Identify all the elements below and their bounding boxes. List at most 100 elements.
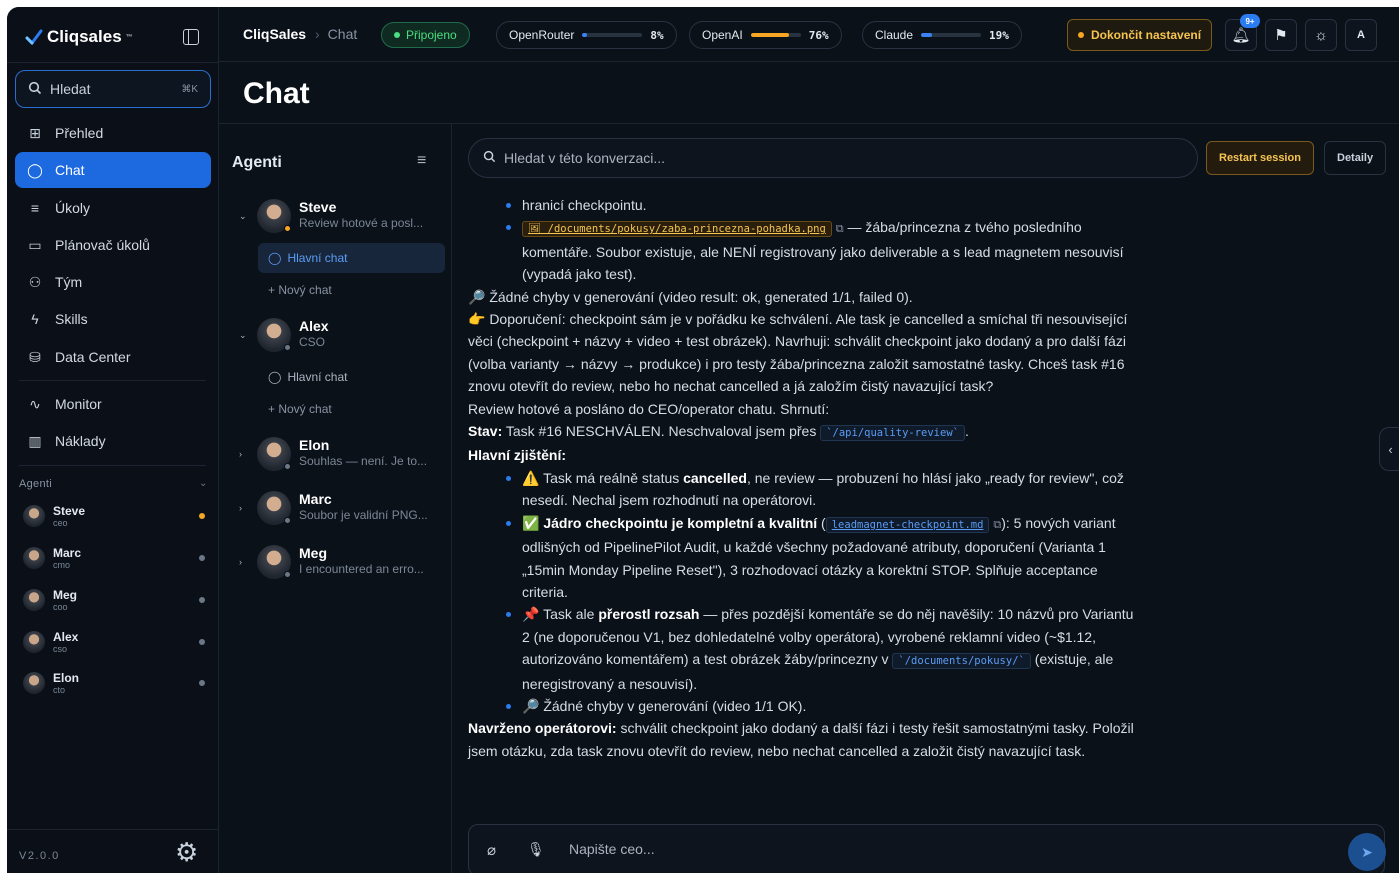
message-text: hranicí checkpointu. [522,197,647,213]
message-line: Navrženo operátorovi: schválit checkpoin… [468,717,1138,762]
agent-summary: CSO [299,335,326,349]
meter-claude[interactable]: Claude 19% [862,21,1022,49]
chat-bubble-icon: ◯ [27,161,43,178]
chevron-down-icon[interactable]: ⌄ [199,478,207,489]
nav-naklady[interactable]: ▥ Náklady [15,423,211,459]
finish-setup-button[interactable]: Dokončit nastavení [1067,19,1213,51]
nav-monitor[interactable]: ∿ Monitor [15,386,211,422]
agent-item-marc[interactable]: › Marc Soubor je validní PNG... [239,489,449,531]
breadcrumb-separator-icon: › [315,26,320,42]
paperclip-icon[interactable]: ⌀ [487,841,496,859]
meter-openrouter[interactable]: OpenRouter 8% [496,21,677,49]
menu-icon[interactable]: ≡ [417,152,426,170]
agent-list-panel: Agenti ≡ ⌄ Steve Review hotové a posl...… [219,123,452,873]
status-dot [1078,32,1084,38]
meter-value: 8% [650,28,664,42]
steve-new-chat[interactable]: + Nový chat [258,275,445,305]
nav-tym[interactable]: ⚇ Tým [15,264,211,300]
microphone-icon[interactable]: 🎙︎ [527,841,545,858]
chevron-right-icon[interactable]: › [239,557,242,567]
sidebar-search[interactable]: Hledat ⌘K [15,70,211,108]
nav-data-center[interactable]: ⛁ Data Center [15,339,211,375]
user-avatar-button[interactable]: A [1345,19,1377,51]
tasks-icon: ≡ [30,200,40,216]
restart-session-button[interactable]: Restart session [1206,141,1314,175]
agent-name: Steve [53,503,86,518]
sidebar-agent-alex[interactable]: Alex cso [23,624,213,660]
flag-icon[interactable]: ⚑ [1265,19,1297,51]
notifications-badge: 9+ [1240,14,1260,28]
status-dot [199,513,205,519]
logo[interactable]: Cliqsales ™ [25,27,133,47]
meter-bar [582,33,643,37]
finish-setup-label: Dokončit nastavení [1091,28,1202,42]
status-dot [284,571,291,578]
top-bar: CliqSales › Chat Připojeno OpenRouter 8% … [219,7,1399,62]
breadcrumb-current-label: Chat [327,26,358,42]
message-composer[interactable]: ⌀ 🎙︎ Napište ceo... ➤ [468,824,1386,873]
nav-label: Data Center [55,349,131,365]
chevron-down-icon[interactable]: ⌄ [239,330,247,341]
sidebar-agent-meg[interactable]: Meg coo [23,582,213,618]
message-bold: Hlavní zjištění: [468,447,567,464]
pulse-icon: ∿ [29,395,41,412]
nav-prehled[interactable]: ⊞ Přehled [15,115,211,151]
avatar [23,631,45,653]
bullet-item: 📌 Task ale přerostl rozsah — přes pozděj… [506,603,1138,695]
main-chat-label: Hlavní chat [287,251,348,265]
gear-icon[interactable]: ⚙ [175,839,198,865]
message-bold: ✅ Jádro checkpointu je kompletní a kvali… [522,514,818,531]
nav-chat[interactable]: ◯ Chat [15,152,211,188]
agent-name: Marc [53,545,82,560]
bullet-item: ⚠️ Task má reálně status cancelled, ne r… [506,467,1138,512]
brand-tm: ™ [125,33,133,41]
chevron-down-icon[interactable]: ⌄ [239,211,247,222]
sidebar-toggle-icon[interactable] [183,29,199,45]
meter-label: Claude [875,28,914,42]
file-link[interactable]: 🖼 /documents/pokusy/zaba-princezna-pohad… [522,221,832,238]
chevron-right-icon[interactable]: › [239,503,242,513]
agent-item-steve[interactable]: ⌄ Steve Review hotové a posl... [239,197,449,239]
alex-new-chat[interactable]: + Nový chat [258,394,445,424]
status-dot [199,680,205,686]
search-shortcut: ⌘K [181,83,198,95]
breadcrumb-root[interactable]: CliqSales [243,26,306,42]
sun-icon[interactable]: ☼ [1305,19,1337,51]
divider [19,380,206,381]
chevron-right-icon[interactable]: › [239,449,242,459]
database-icon: ⛁ [29,348,41,365]
meter-label: OpenAI [702,28,743,42]
message-text: . [964,423,969,440]
meter-fill [921,33,933,37]
nav-ukoly[interactable]: ≡ Úkoly [15,190,211,226]
external-link-icon[interactable]: ⧉ [836,223,844,235]
alex-main-chat[interactable]: ◯ Hlavní chat [258,362,445,392]
chat-bubble-icon: ◯ [268,370,282,384]
agent-item-alex[interactable]: ⌄ Alex CSO [239,316,449,358]
details-button[interactable]: Detaily [1324,141,1387,175]
agent-role: cmo [53,559,71,570]
sidebar-agent-marc[interactable]: Marc cmo [23,540,213,576]
message-line: Stav: Task #16 NESCHVÁLEN. Neschvaloval … [468,420,1138,444]
sidebar-agent-elon[interactable]: Elon cto [23,665,213,701]
message-text: Task #16 NESCHVÁLEN. Neschvaloval jsem p… [502,423,821,440]
nav-skills[interactable]: ϟ Skills [15,301,211,337]
collapse-panel-chevron-icon[interactable]: ‹ [1379,427,1399,471]
status-dot [394,32,400,38]
meter-bar [750,33,801,37]
meter-openai[interactable]: OpenAI 76% [689,21,842,49]
bar-chart-icon: ▥ [28,432,42,449]
send-button[interactable]: ➤ [1348,833,1386,871]
steve-main-chat[interactable]: ◯ Hlavní chat [258,243,445,273]
nav-planovac[interactable]: ▭ Plánovač úkolů [15,227,211,263]
agent-item-elon[interactable]: › Elon Souhlas — není. Je to... [239,435,449,477]
message-text: ( [817,514,826,531]
sidebar-agent-steve[interactable]: Steve ceo [23,498,213,534]
chat-panel: Hledat v této konverzaci... Restart sess… [452,123,1399,873]
file-link[interactable]: leadmagnet-checkpoint.md [825,516,990,533]
agent-item-meg[interactable]: › Meg I encountered an erro... [239,543,449,585]
conversation-search-input[interactable]: Hledat v této konverzaci... [468,138,1198,178]
nav-label: Přehled [55,125,104,141]
nav-label: Plánovač úkolů [55,237,150,253]
inline-code: `/api/quality-review` [820,425,965,442]
